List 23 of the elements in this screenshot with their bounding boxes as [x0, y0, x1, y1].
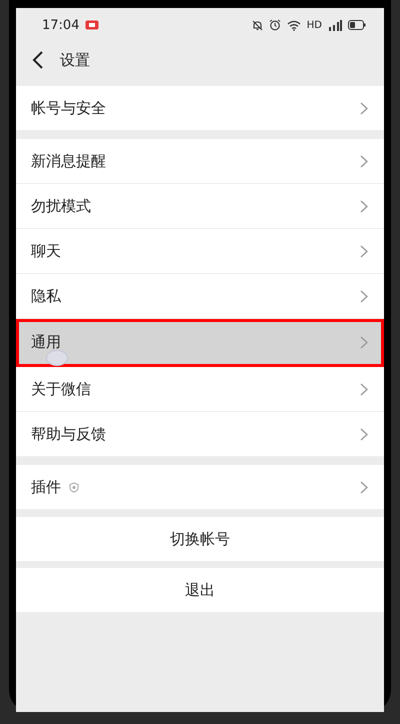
- chevron-icon: [360, 102, 368, 114]
- notification-icon: [85, 20, 100, 30]
- chevron-icon: [360, 336, 368, 349]
- chevron-icon: [360, 154, 368, 168]
- chevron-icon: [360, 382, 368, 396]
- network-label: HD: [306, 20, 322, 30]
- action-button[interactable]: 退出: [16, 568, 384, 612]
- status-time: 17:04: [42, 18, 80, 32]
- chevron-icon: [360, 480, 368, 494]
- page-title: 设置: [60, 50, 90, 70]
- battery-icon: [348, 20, 366, 30]
- wifi-icon: [286, 20, 301, 30]
- chevron-icon: [360, 200, 368, 212]
- signal-icon: [328, 20, 342, 30]
- back-icon[interactable]: [32, 51, 44, 69]
- shield-icon: [69, 482, 79, 492]
- action-button[interactable]: 切换帐号: [16, 517, 384, 561]
- bell-off-icon: [252, 20, 263, 30]
- alarm-icon: [268, 19, 281, 31]
- settings-item[interactable]: 通用: [16, 319, 384, 367]
- chevron-icon: [360, 290, 368, 302]
- chevron-icon: [360, 244, 368, 258]
- chevron-icon: [360, 428, 368, 440]
